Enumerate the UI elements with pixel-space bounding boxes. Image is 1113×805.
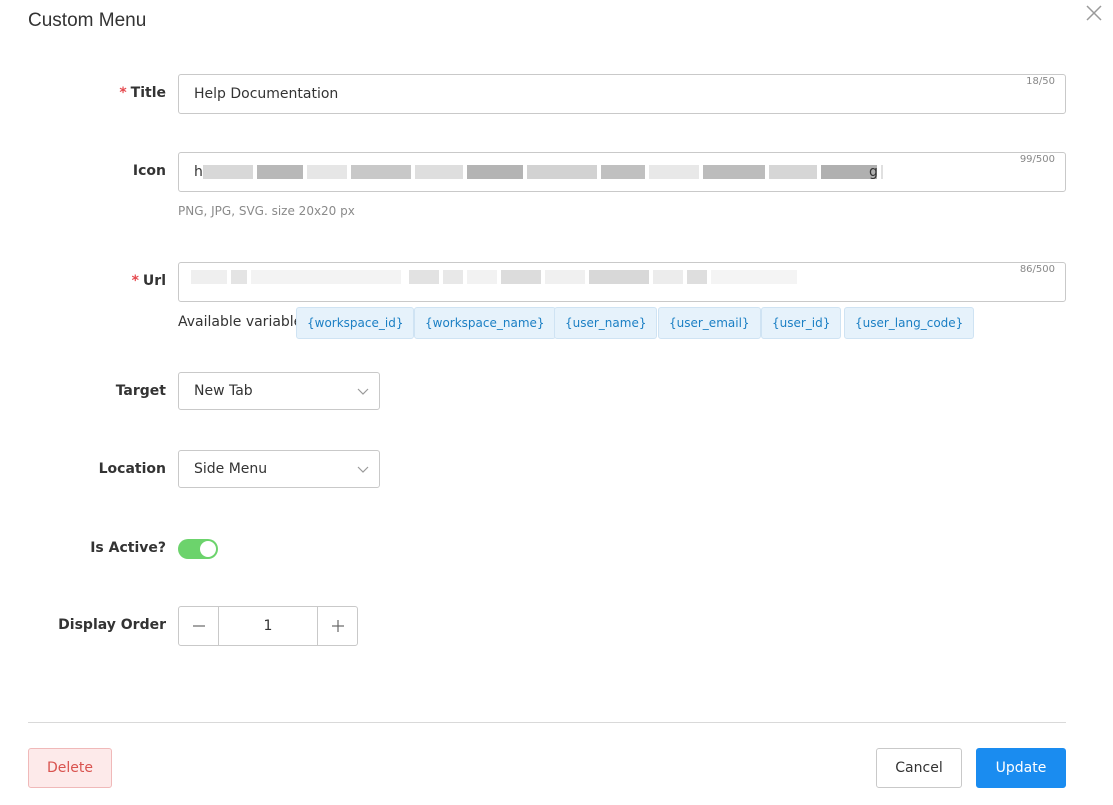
- modal-title: Custom Menu: [28, 10, 147, 31]
- redacted-url: [191, 270, 797, 284]
- redacted-icon-url: [193, 165, 883, 179]
- icon-url-input[interactable]: h g 99/500: [178, 152, 1066, 192]
- icon-hint: PNG, JPG, SVG. size 20x20 px: [178, 204, 355, 218]
- variable-chip-workspace-name[interactable]: {workspace_name}: [414, 307, 556, 339]
- title-input[interactable]: Help Documentation 18/50: [178, 74, 1066, 114]
- cancel-button[interactable]: Cancel: [876, 748, 962, 788]
- location-select[interactable]: Side Menu: [178, 450, 380, 488]
- location-label: Location: [98, 461, 166, 477]
- minus-icon: [193, 625, 205, 627]
- url-label: * Url: [131, 273, 166, 289]
- delete-button[interactable]: Delete: [28, 748, 112, 788]
- url-input[interactable]: 86/500: [178, 262, 1066, 302]
- title-label: * Title: [119, 85, 166, 101]
- close-button[interactable]: [1083, 2, 1105, 24]
- close-icon: [1086, 5, 1102, 21]
- plus-icon: [332, 620, 344, 632]
- chevron-down-icon: [357, 388, 369, 395]
- available-variables: Available variable {workspace_id} {works…: [0, 307, 1113, 339]
- target-select[interactable]: New Tab: [178, 372, 380, 410]
- url-char-counter: 86/500: [1019, 264, 1055, 275]
- decrement-button[interactable]: [179, 607, 219, 645]
- display-order-input[interactable]: 1: [219, 607, 317, 645]
- icon-char-counter: 99/500: [1019, 154, 1055, 165]
- required-marker: *: [131, 273, 139, 289]
- variable-chip-user-lang-code[interactable]: {user_lang_code}: [844, 307, 975, 339]
- available-variables-label: Available variable: [178, 314, 303, 330]
- icon-label: Icon: [132, 163, 166, 179]
- target-select-value: New Tab: [194, 383, 253, 399]
- variable-chip-user-email[interactable]: {user_email}: [658, 307, 761, 339]
- display-order-label: Display Order: [58, 617, 166, 633]
- title-char-counter: 18/50: [1026, 76, 1055, 87]
- required-marker: *: [119, 85, 127, 101]
- target-label: Target: [115, 383, 166, 399]
- chevron-down-icon: [357, 466, 369, 473]
- location-select-value: Side Menu: [194, 461, 268, 477]
- display-order-stepper: 1: [178, 606, 358, 646]
- is-active-toggle[interactable]: [178, 539, 218, 559]
- title-input-value: Help Documentation: [194, 86, 339, 102]
- toggle-knob: [200, 541, 216, 557]
- increment-button[interactable]: [317, 607, 357, 645]
- footer-divider: [28, 722, 1066, 723]
- variable-chip-user-id[interactable]: {user_id}: [761, 307, 842, 339]
- variable-chip-user-name[interactable]: {user_name}: [554, 307, 658, 339]
- icon-url-end: g: [869, 164, 878, 180]
- variable-chip-workspace-id[interactable]: {workspace_id}: [296, 307, 415, 339]
- is-active-label: Is Active?: [90, 540, 166, 556]
- update-button[interactable]: Update: [976, 748, 1066, 788]
